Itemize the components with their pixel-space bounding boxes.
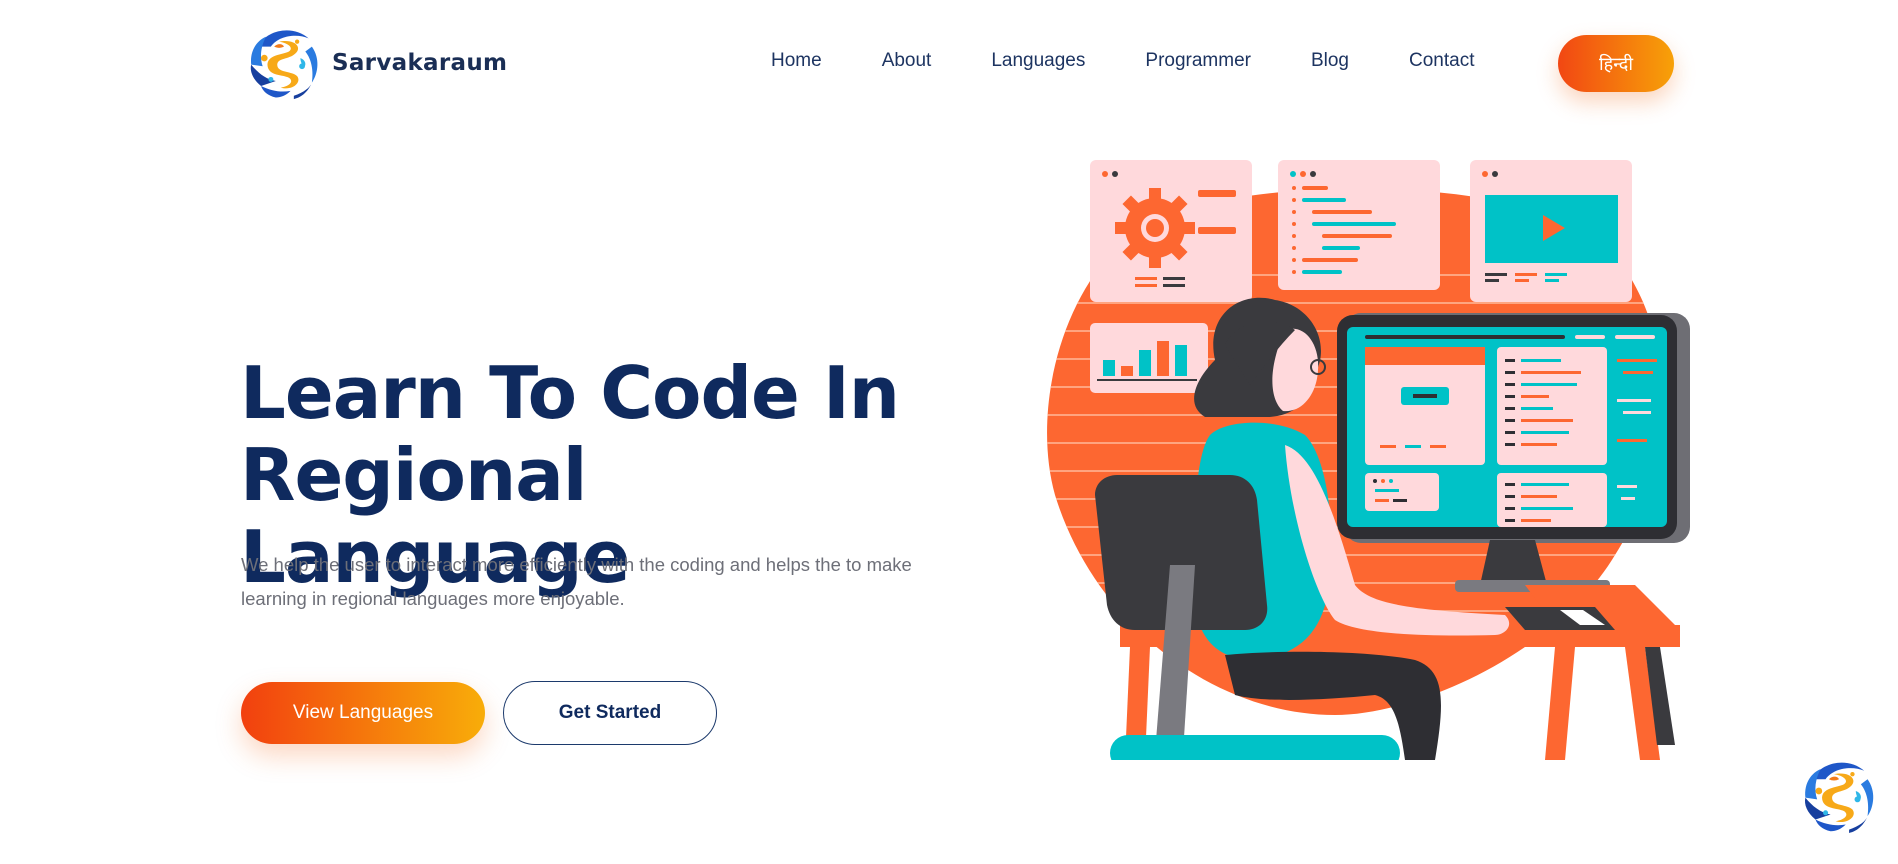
nav-link-contact[interactable]: Contact [1409,50,1474,72]
nav-link-languages[interactable]: Languages [991,50,1085,72]
nav-link-about[interactable]: About [882,50,932,72]
floating-chat-logo-button[interactable] [1797,754,1881,838]
brand-name: Sarvakaraum [332,50,508,76]
language-toggle-button[interactable]: हिन्दी [1558,35,1674,92]
nav-link-programmer[interactable]: Programmer [1145,50,1251,72]
get-started-button[interactable]: Get Started [503,681,717,745]
swirl-s-logo-icon [1797,754,1881,838]
swirl-s-logo-icon [243,22,325,104]
hero-title-line-1: Learn To Code In [240,351,900,435]
top-navbar: Sarvakaraum Home About Languages Program… [0,0,1898,125]
nav-link-blog[interactable]: Blog [1311,50,1349,72]
view-languages-button[interactable]: View Languages [241,682,485,744]
main-nav: Home About Languages Programmer Blog Con… [771,50,1474,72]
coding-woman-illustration [1047,160,1690,760]
hero-description: We help the user to interact more effici… [241,554,912,609]
brand-logo[interactable]: Sarvakaraum [243,22,507,104]
nav-link-home[interactable]: Home [771,50,822,72]
